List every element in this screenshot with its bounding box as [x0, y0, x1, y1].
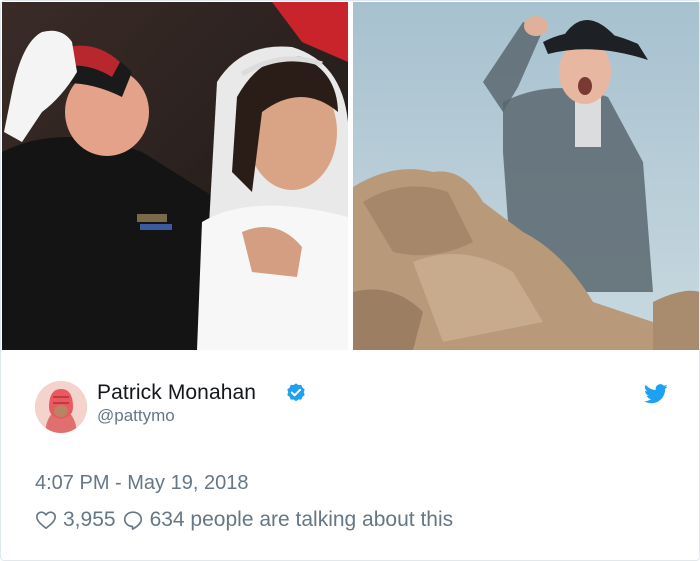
tweet-timestamp[interactable]: 4:07 PM - May 19, 2018 [35, 472, 248, 495]
wedding-photo-image [2, 2, 348, 350]
talking-count[interactable]: 634 people are talking about this [150, 508, 454, 532]
wedding-photo[interactable] [2, 2, 348, 350]
tweet-media[interactable] [2, 2, 699, 350]
cowboy-photo[interactable] [353, 2, 699, 350]
tweet-card: Patrick Monahan @pattymo 4:07 PM - May 1… [0, 0, 700, 561]
avatar-image [35, 381, 87, 433]
cowboy-photo-image [353, 2, 699, 350]
user-handle[interactable]: @pattymo [97, 406, 175, 426]
speech-bubble-icon[interactable] [122, 509, 144, 531]
heart-icon[interactable] [35, 509, 57, 531]
tweet-actions: 3,955 634 people are talking about this [35, 508, 453, 532]
twitter-bird-icon[interactable] [644, 383, 668, 405]
verified-badge-icon [285, 382, 307, 404]
avatar[interactable] [35, 381, 87, 433]
display-name[interactable]: Patrick Monahan [97, 381, 256, 405]
like-count[interactable]: 3,955 [63, 508, 116, 532]
